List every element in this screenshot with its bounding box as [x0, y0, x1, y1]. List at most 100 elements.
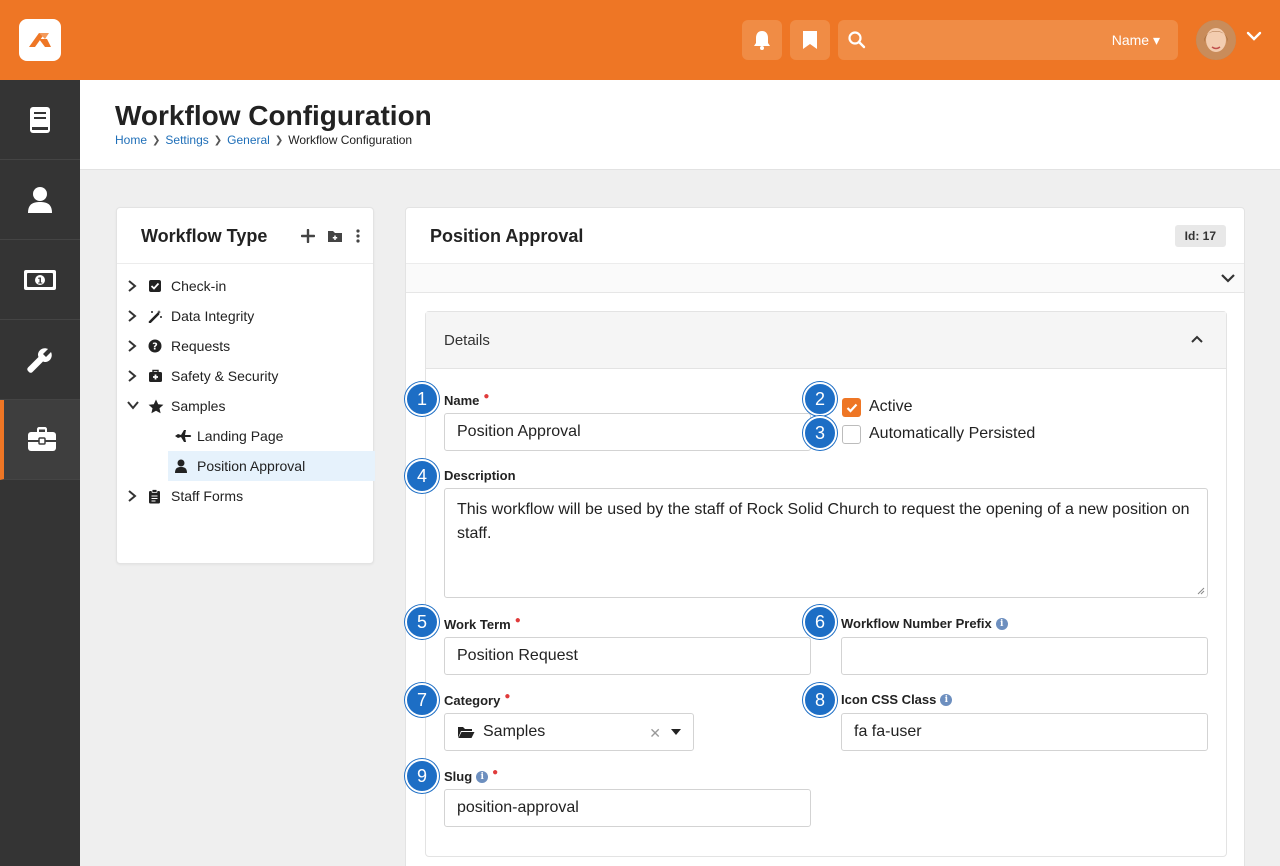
chevron-down-icon[interactable] [126, 399, 140, 411]
sidebar: 1 [0, 80, 80, 866]
details-header[interactable]: Details [426, 312, 1226, 369]
svg-text:1: 1 [37, 276, 43, 285]
add-icon[interactable] [301, 229, 315, 243]
slug-input[interactable]: position-approval [444, 789, 811, 827]
slug-label: Slug i ● [444, 767, 499, 784]
description-textarea[interactable]: This workflow will be used by the staff … [444, 488, 1208, 598]
tree-item-label: Landing Page [197, 428, 284, 444]
resize-handle-icon[interactable] [1197, 587, 1205, 595]
required-indicator: ● [492, 767, 499, 778]
bookmarks-button[interactable] [790, 20, 830, 60]
wrench-icon [27, 347, 52, 373]
rock-logo-icon [29, 33, 51, 47]
workflow-detail-panel: Position Approval Id: 17 Details Name ● P… [405, 207, 1245, 866]
callout-marker-6: 6 [803, 605, 837, 639]
breadcrumb-separator-icon: ❯ [152, 134, 161, 146]
breadcrumb-home[interactable]: Home [115, 133, 147, 147]
tree-item-label: Requests [171, 338, 231, 354]
chevron-right-icon[interactable] [126, 279, 138, 293]
chevron-down-icon[interactable] [1220, 272, 1236, 284]
breadcrumb: Home ❯ Settings ❯ General ❯ Workflow Con… [115, 133, 412, 147]
tree-item-landing-page[interactable]: Landing Page [117, 421, 375, 451]
name-label: Name ● [444, 391, 490, 408]
work-term-input[interactable]: Position Request [444, 637, 811, 675]
category-picker[interactable]: Samples ✕ [444, 713, 694, 751]
breadcrumb-separator-icon: ❯ [274, 134, 284, 146]
description-value: This workflow will be used by the staff … [457, 501, 1190, 542]
tree-item-label: Check-in [171, 278, 227, 294]
page-header: Workflow Configuration Home ❯ Settings ❯… [80, 80, 1280, 170]
sidebar-item-finance[interactable]: 1 [0, 240, 80, 320]
tree-item-label: Position Approval [197, 458, 306, 474]
required-indicator: ● [483, 391, 490, 402]
required-indicator: ● [514, 615, 521, 626]
book-icon [30, 106, 50, 133]
plane-icon [175, 430, 192, 442]
rock-logo[interactable] [19, 19, 61, 61]
slug-label-text: Slug [444, 769, 473, 784]
breadcrumb-current: Workflow Configuration [288, 133, 413, 147]
panel-title: Position Approval [430, 226, 584, 246]
sidebar-item-people[interactable] [0, 160, 80, 240]
automatically-persisted-label: Automatically Persisted [869, 425, 1036, 442]
category-value: Samples [483, 723, 546, 740]
panel-collapse-strip[interactable] [406, 264, 1244, 293]
info-icon[interactable]: i [995, 617, 1008, 630]
sidebar-item-admin[interactable] [0, 400, 80, 480]
sidebar-item-content[interactable] [0, 80, 80, 160]
category-label: Category ● [444, 691, 511, 708]
workflow-number-prefix-label-text: Workflow Number Prefix [841, 616, 992, 631]
info-icon[interactable]: i [476, 770, 489, 783]
tree-item-check-in[interactable]: Check-in [117, 271, 375, 301]
sidebar-item-tools[interactable] [0, 320, 80, 400]
clear-icon[interactable]: ✕ [649, 725, 661, 742]
question-circle-icon: ? [148, 339, 162, 353]
workflow-number-prefix-input[interactable] [841, 637, 1208, 675]
top-bar: Name ▾ [0, 0, 1280, 80]
name-label-text: Name [444, 393, 480, 408]
details-title: Details [444, 332, 490, 349]
icon-css-class-label: Icon CSS Class i [841, 692, 953, 707]
icon-css-class-input[interactable]: fa fa-user [841, 713, 1208, 751]
callout-marker-7: 7 [405, 683, 439, 717]
bookmark-icon [803, 31, 817, 49]
chevron-right-icon[interactable] [126, 339, 138, 353]
required-indicator: ● [504, 691, 511, 702]
breadcrumb-settings[interactable]: Settings [165, 133, 208, 147]
tree-item-requests[interactable]: ? Requests [117, 331, 375, 361]
star-icon [148, 399, 164, 414]
add-folder-icon[interactable] [327, 229, 343, 243]
search-scope-dropdown[interactable]: Name ▾ [1112, 32, 1160, 49]
user-menu-chevron-icon[interactable] [1246, 30, 1262, 42]
tree-item-position-approval[interactable]: Position Approval [117, 451, 375, 481]
id-badge: Id: 17 [1174, 225, 1226, 247]
clipboard-icon [149, 489, 160, 504]
search-box[interactable]: Name ▾ [838, 20, 1178, 60]
chevron-right-icon[interactable] [126, 369, 138, 383]
user-photo-icon [1196, 20, 1236, 60]
caret-down-icon[interactable] [671, 729, 681, 735]
info-icon[interactable]: i [940, 693, 953, 706]
tree-item-safety-security[interactable]: Safety & Security [117, 361, 375, 391]
tree-item-label: Staff Forms [171, 488, 244, 504]
tree-item-data-integrity[interactable]: Data Integrity [117, 301, 375, 331]
name-input[interactable]: Position Approval [444, 413, 811, 451]
automatically-persisted-checkbox[interactable] [842, 425, 861, 444]
search-icon [848, 31, 866, 49]
callout-marker-2: 2 [803, 382, 837, 416]
more-vertical-icon[interactable] [355, 228, 361, 244]
chevron-right-icon[interactable] [126, 309, 138, 323]
notifications-button[interactable] [742, 20, 782, 60]
chevron-up-icon[interactable] [1190, 334, 1204, 344]
tree-item-samples[interactable]: Samples [117, 391, 375, 421]
avatar[interactable] [1196, 20, 1236, 60]
callout-marker-4: 4 [405, 459, 439, 493]
chevron-right-icon[interactable] [126, 489, 138, 503]
briefcase-icon [28, 426, 56, 451]
callout-marker-5: 5 [405, 605, 439, 639]
tree-item-staff-forms[interactable]: Staff Forms [117, 481, 375, 511]
breadcrumb-general[interactable]: General [227, 133, 270, 147]
description-label: Description [444, 468, 516, 483]
callout-marker-9: 9 [405, 759, 439, 793]
active-checkbox[interactable] [842, 398, 861, 417]
